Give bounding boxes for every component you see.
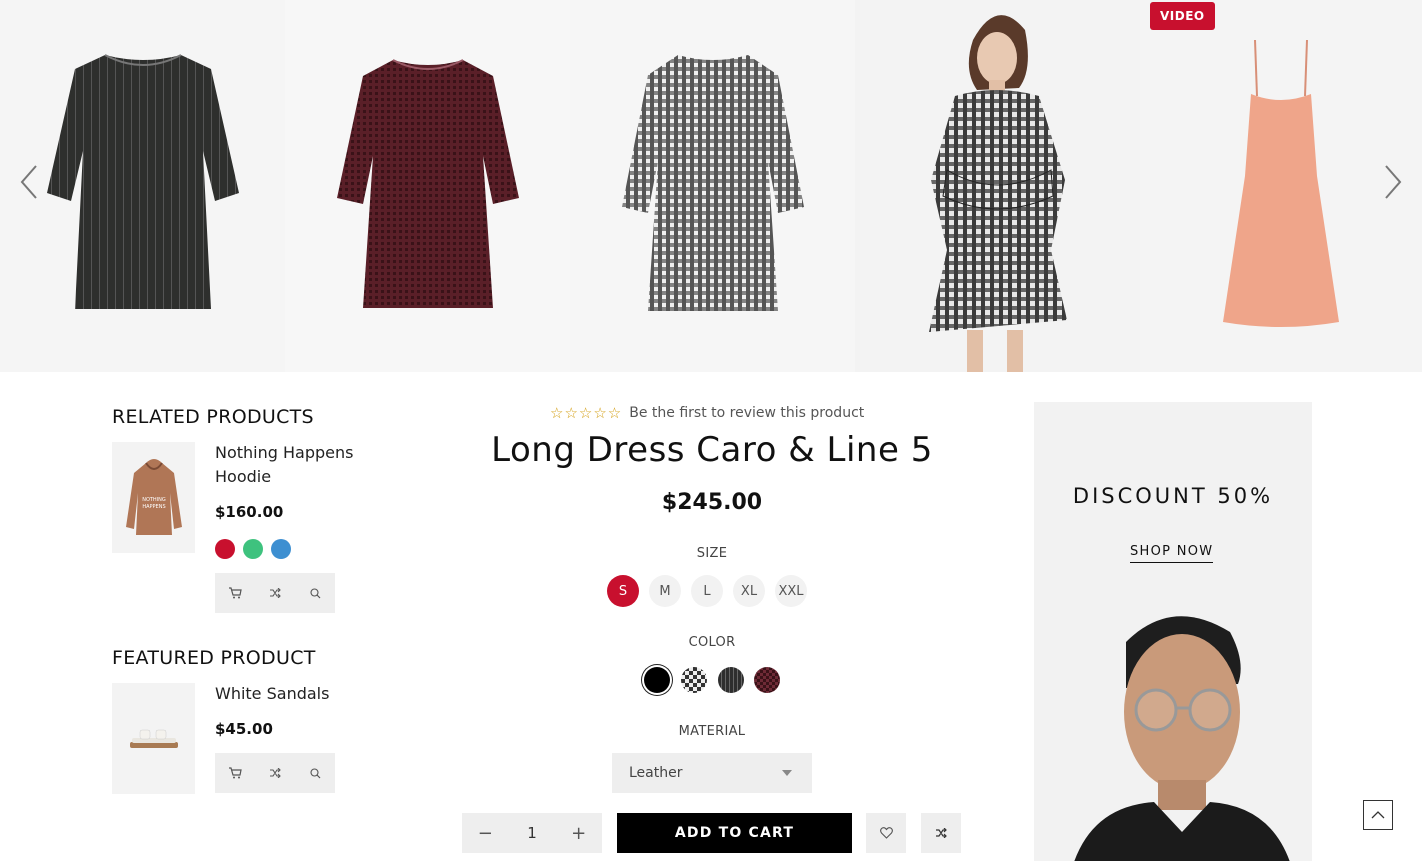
color-option-black-white-check[interactable]	[681, 667, 707, 693]
featured-product-actions	[215, 753, 335, 793]
size-option-xl[interactable]: XL	[733, 575, 765, 607]
featured-product-price: $45.00	[215, 720, 273, 738]
sandals-image	[129, 729, 178, 748]
add-to-cart-icon[interactable]	[215, 753, 255, 793]
swatch-green[interactable]	[243, 539, 263, 559]
material-selected-value: Leather	[629, 765, 683, 781]
compare-icon[interactable]	[255, 753, 295, 793]
wishlist-heart-icon[interactable]	[866, 813, 906, 853]
review-prompt-link[interactable]: Be the first to review this product	[629, 405, 864, 421]
hoodie-print-text: NOTHING	[142, 497, 166, 503]
hoodie-image: NOTHING HAPPENS	[125, 458, 182, 535]
quantity-input[interactable]: 1	[509, 824, 556, 842]
back-to-top-chevron-up-icon[interactable]	[1363, 800, 1393, 830]
featured-product-name[interactable]: White Sandals	[215, 682, 385, 706]
gallery-prev-arrow-icon[interactable]	[18, 162, 42, 202]
chevron-down-icon	[782, 770, 792, 776]
size-option-l[interactable]: L	[691, 575, 723, 607]
size-option-xxl[interactable]: XXL	[775, 575, 807, 607]
swatch-red[interactable]	[215, 539, 235, 559]
model-in-check-dress-image	[929, 15, 1067, 372]
quick-view-search-icon[interactable]	[295, 573, 335, 613]
product-title: Long Dress Caro & Line 5	[491, 430, 933, 470]
review-summary: ☆☆☆☆☆ Be the first to review this produc…	[550, 404, 864, 422]
size-option-s[interactable]: S	[607, 575, 639, 607]
swatch-blue[interactable]	[271, 539, 291, 559]
related-product-name[interactable]: Nothing Happens Hoodie	[215, 441, 385, 489]
dress-burgundy-check-image	[336, 59, 519, 308]
material-label: MATERIAL	[678, 724, 746, 739]
color-option-burgundy-check[interactable]	[754, 667, 780, 693]
gallery-slide-4[interactable]	[855, 0, 1140, 372]
featured-product-heading: FEATURED PRODUCT	[112, 647, 316, 669]
product-gallery: VIDEO	[0, 0, 1422, 372]
material-select[interactable]: Leather	[612, 753, 812, 793]
gallery-slide-3[interactable]	[570, 0, 855, 372]
shop-now-link[interactable]: SHOP NOW	[1130, 544, 1214, 563]
related-product-actions	[215, 573, 335, 613]
related-product-price: $160.00	[215, 503, 284, 521]
add-to-cart-icon[interactable]	[215, 573, 255, 613]
banner-discount-text: DISCOUNT 50%	[1072, 484, 1274, 508]
banner-model-image	[1074, 616, 1290, 861]
promo-banner[interactable]: DISCOUNT 50% SHOP NOW	[1034, 402, 1312, 861]
add-to-cart-button[interactable]: ADD TO CART	[617, 813, 852, 853]
dress-peach-slip-image	[1223, 39, 1339, 327]
gallery-slide-2[interactable]	[285, 0, 570, 372]
rating-stars-icon: ☆☆☆☆☆	[550, 404, 623, 422]
color-option-black[interactable]	[644, 667, 670, 693]
featured-product-thumbnail[interactable]	[112, 683, 195, 794]
quantity-increase-button[interactable]: +	[555, 823, 602, 844]
compare-icon[interactable]	[255, 573, 295, 613]
hoodie-print-text-2: HAPPENS	[142, 504, 165, 510]
dress-black-white-check-image	[621, 55, 804, 311]
related-product-thumbnail[interactable]: NOTHING HAPPENS	[112, 442, 195, 553]
video-badge[interactable]: VIDEO	[1150, 2, 1215, 30]
dress-black-stripe-image	[46, 54, 239, 309]
color-label: COLOR	[688, 635, 736, 650]
size-label: SIZE	[696, 546, 728, 561]
related-products-heading: RELATED PRODUCTS	[112, 406, 314, 428]
compare-product-icon[interactable]	[921, 813, 961, 853]
color-option-black-stripe[interactable]	[718, 667, 744, 693]
size-option-m[interactable]: M	[649, 575, 681, 607]
gallery-next-arrow-icon[interactable]	[1380, 162, 1404, 202]
quick-view-search-icon[interactable]	[295, 753, 335, 793]
quantity-decrease-button[interactable]: −	[462, 823, 509, 844]
quantity-stepper: − 1 +	[462, 813, 602, 853]
product-price: $245.00	[661, 490, 763, 515]
gallery-slide-1[interactable]	[0, 0, 285, 372]
